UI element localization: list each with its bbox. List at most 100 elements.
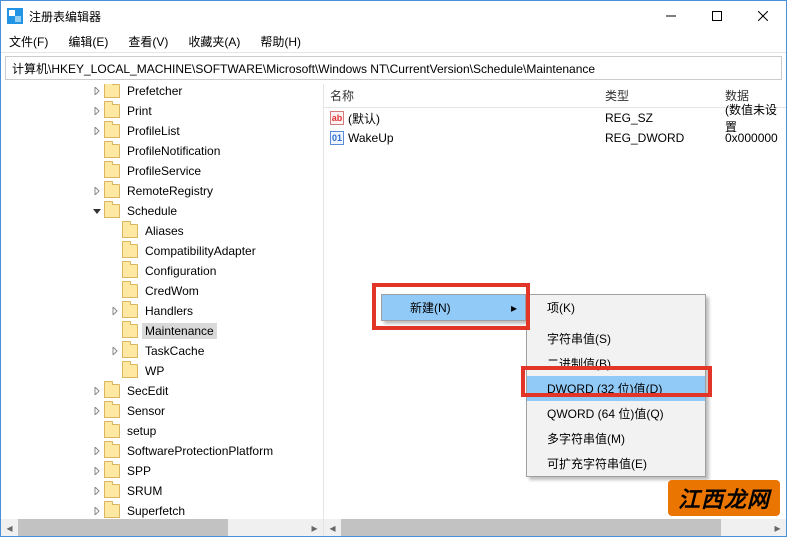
tree-item[interactable]: ProfileNotification: [1, 141, 323, 161]
tree-item-label: Maintenance: [142, 323, 217, 339]
tree-hscrollbar[interactable]: ◂ ▸: [1, 519, 323, 536]
folder-icon: [104, 384, 120, 398]
chevron-right-icon[interactable]: [91, 445, 103, 457]
tree-item[interactable]: ProfileService: [1, 161, 323, 181]
tree-item[interactable]: CredWom: [1, 281, 323, 301]
folder-icon: [104, 204, 120, 218]
tree-item[interactable]: Print: [1, 101, 323, 121]
app-icon: [7, 8, 23, 24]
scroll-right-icon[interactable]: ▸: [306, 519, 323, 536]
chevron-right-icon[interactable]: [91, 485, 103, 497]
folder-icon: [104, 144, 120, 158]
col-type[interactable]: 类型: [599, 87, 719, 104]
col-name[interactable]: 名称: [324, 87, 599, 104]
tree-item-label: setup: [124, 423, 159, 439]
tree-item[interactable]: SecEdit: [1, 381, 323, 401]
minimize-button[interactable]: [648, 1, 694, 31]
chevron-right-icon[interactable]: [91, 85, 103, 97]
registry-tree[interactable]: Prefetcher Print ProfileList ProfileNotific…: [1, 84, 323, 521]
close-button[interactable]: [740, 1, 786, 31]
tree-item-label: ProfileNotification: [124, 143, 223, 159]
tree-item[interactable]: SPP: [1, 461, 323, 481]
address-bar[interactable]: 计算机\HKEY_LOCAL_MACHINE\SOFTWARE\Microsof…: [5, 56, 782, 80]
folder-icon: [104, 184, 120, 198]
tree-item[interactable]: TaskCache: [1, 341, 323, 361]
folder-icon: [122, 224, 138, 238]
tree-item[interactable]: RemoteRegistry: [1, 181, 323, 201]
tree-item-label: SoftwareProtectionPlatform: [124, 443, 276, 459]
tree-item[interactable]: Prefetcher: [1, 84, 323, 101]
value-type: REG_SZ: [599, 111, 719, 125]
tree-item[interactable]: Maintenance: [1, 321, 323, 341]
chevron-right-icon[interactable]: [91, 105, 103, 117]
list-hscrollbar[interactable]: ◂ ▸: [324, 519, 786, 536]
folder-icon: [122, 244, 138, 258]
ctx-multi[interactable]: 多字符串值(M): [527, 426, 705, 451]
ctx-string[interactable]: 字符串值(S): [527, 326, 705, 351]
chevron-right-icon[interactable]: [91, 405, 103, 417]
submenu-arrow-icon: ▸: [511, 301, 517, 315]
content-area: Prefetcher Print ProfileList ProfileNotific…: [1, 84, 786, 536]
binary-value-icon: 01: [330, 131, 344, 145]
scroll-thumb[interactable]: [341, 519, 721, 536]
tree-item-label: WP: [142, 363, 167, 379]
value-data: (数值未设置: [719, 101, 786, 135]
window-title: 注册表编辑器: [29, 8, 648, 25]
chevron-right-icon[interactable]: [91, 385, 103, 397]
tree-item-label: TaskCache: [142, 343, 207, 359]
chevron-right-icon[interactable]: [91, 185, 103, 197]
folder-icon: [104, 404, 120, 418]
tree-item-label: Schedule: [124, 203, 180, 219]
watermark: 江西龙网: [668, 480, 780, 516]
tree-item[interactable]: WP: [1, 361, 323, 381]
tree-item[interactable]: SRUM: [1, 481, 323, 501]
ctx-expand[interactable]: 可扩充字符串值(E): [527, 451, 705, 476]
menu-file[interactable]: 文件(F): [5, 31, 52, 52]
tree-item[interactable]: Schedule: [1, 201, 323, 221]
tree-item[interactable]: setup: [1, 421, 323, 441]
maximize-button[interactable]: [694, 1, 740, 31]
menu-favorites[interactable]: 收藏夹(A): [184, 31, 244, 52]
tree-item-label: Handlers: [142, 303, 196, 319]
chevron-right-icon[interactable]: [109, 305, 121, 317]
tree-item[interactable]: Superfetch: [1, 501, 323, 521]
scroll-left-icon[interactable]: ◂: [1, 519, 18, 536]
ctx-new[interactable]: 新建(N) ▸: [382, 295, 525, 320]
chevron-right-icon[interactable]: [91, 505, 103, 517]
folder-icon: [104, 484, 120, 498]
chevron-down-icon[interactable]: [91, 205, 103, 217]
tree-item-label: RemoteRegistry: [124, 183, 216, 199]
ctx-key[interactable]: 项(K): [527, 295, 705, 320]
scroll-thumb[interactable]: [18, 519, 228, 536]
ctx-dword[interactable]: DWORD (32 位)值(D): [527, 376, 705, 401]
tree-item[interactable]: Sensor: [1, 401, 323, 421]
folder-icon: [122, 344, 138, 358]
tree-item[interactable]: Configuration: [1, 261, 323, 281]
chevron-right-icon[interactable]: [91, 125, 103, 137]
ctx-binary[interactable]: 二进制值(B): [527, 351, 705, 376]
tree-item[interactable]: ProfileList: [1, 121, 323, 141]
tree-item[interactable]: Handlers: [1, 301, 323, 321]
scroll-left-icon[interactable]: ◂: [324, 519, 341, 536]
chevron-right-icon[interactable]: [91, 465, 103, 477]
value-row[interactable]: 01WakeUpREG_DWORD0x000000: [324, 128, 786, 148]
tree-item-label: CompatibilityAdapter: [142, 243, 259, 259]
ctx-new-label: 新建(N): [410, 299, 451, 316]
ctx-qword[interactable]: QWORD (64 位)值(Q): [527, 401, 705, 426]
menu-edit[interactable]: 编辑(E): [64, 31, 112, 52]
tree-item[interactable]: Aliases: [1, 221, 323, 241]
value-row[interactable]: ab(默认)REG_SZ(数值未设置: [324, 108, 786, 128]
menu-view[interactable]: 查看(V): [124, 31, 172, 52]
string-value-icon: ab: [330, 111, 344, 125]
tree-item[interactable]: SoftwareProtectionPlatform: [1, 441, 323, 461]
menu-help[interactable]: 帮助(H): [256, 31, 305, 52]
context-submenu: 项(K) 字符串值(S) 二进制值(B) DWORD (32 位)值(D) QW…: [526, 294, 706, 477]
title-bar[interactable]: 注册表编辑器: [1, 1, 786, 31]
values-list[interactable]: ab(默认)REG_SZ(数值未设置01WakeUpREG_DWORD0x000…: [324, 108, 786, 148]
tree-item-label: Prefetcher: [124, 84, 185, 99]
scroll-right-icon[interactable]: ▸: [769, 519, 786, 536]
tree-item-label: Sensor: [124, 403, 168, 419]
tree-item[interactable]: CompatibilityAdapter: [1, 241, 323, 261]
tree-item-label: Print: [124, 103, 155, 119]
chevron-right-icon[interactable]: [109, 345, 121, 357]
